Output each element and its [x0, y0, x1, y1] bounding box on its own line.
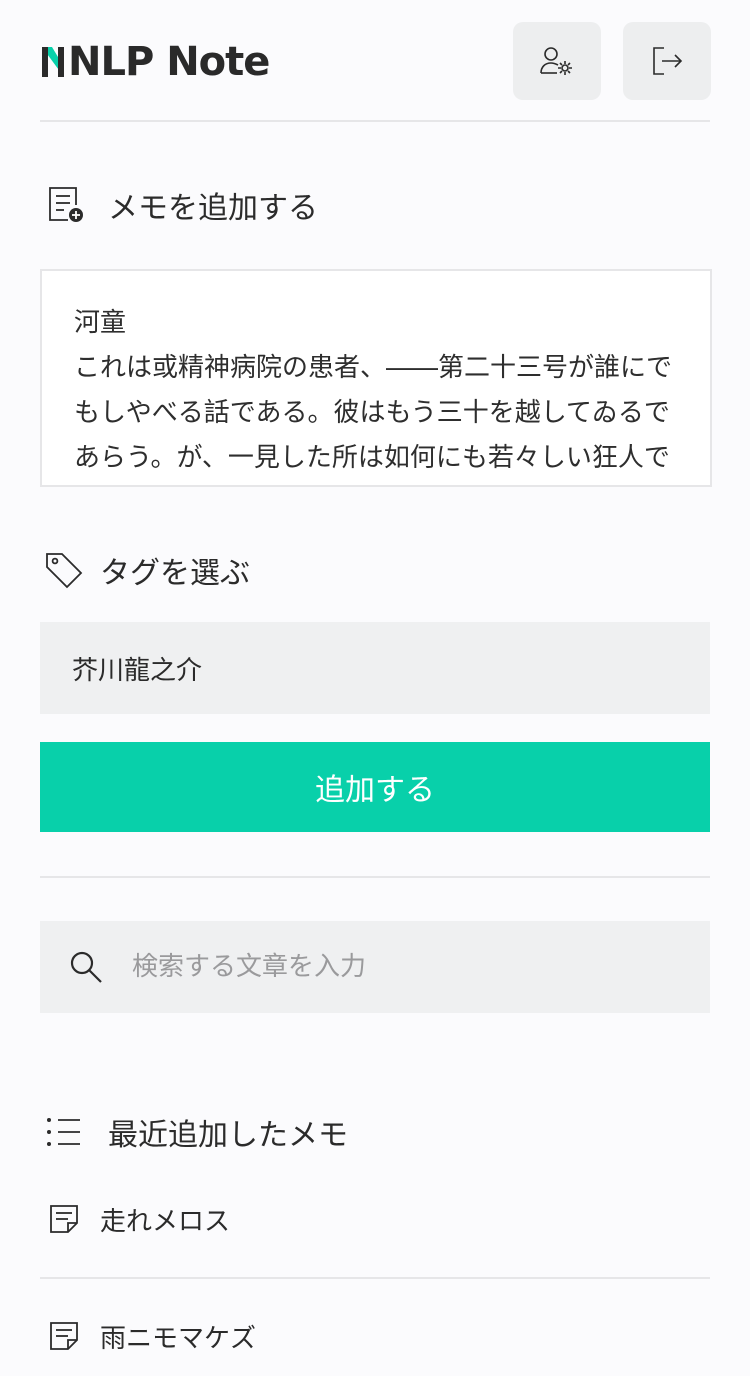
- logo-mark-icon: [40, 45, 66, 79]
- add-memo-button[interactable]: 追加する: [40, 742, 710, 832]
- memo-icon: [48, 1320, 80, 1352]
- list-icon: [46, 1115, 82, 1149]
- memo-title: 走れメロス: [100, 1206, 231, 1237]
- divider: [40, 120, 710, 122]
- memo-textarea[interactable]: 河童 これは或精神病院の患者、――第二十三号が誰にでもしやべる話である。彼はもう…: [40, 269, 712, 487]
- tag-selected-value: 芥川龍之介: [72, 655, 203, 686]
- divider: [40, 876, 710, 878]
- logout-icon: [650, 45, 684, 77]
- divider: [40, 1277, 710, 1279]
- recent-memos-title: 最近追加したメモ: [108, 1118, 348, 1153]
- tag-icon: [44, 550, 84, 590]
- add-memo-title: メモを追加する: [108, 191, 318, 226]
- recent-memos-heading: 最近追加したメモ: [46, 1110, 348, 1154]
- logout-button[interactable]: [623, 22, 711, 100]
- user-settings-icon: [539, 45, 575, 77]
- logo-text: NLP Note: [68, 39, 270, 85]
- search-input[interactable]: [130, 951, 654, 983]
- tag-select[interactable]: 芥川龍之介: [40, 622, 710, 714]
- memo-text: 河童 これは或精神病院の患者、――第二十三号が誰にでもしやべる話である。彼はもう…: [74, 308, 673, 473]
- app-logo[interactable]: NLP Note: [40, 39, 270, 85]
- note-add-icon: [46, 185, 86, 225]
- add-memo-heading: メモを追加する: [46, 183, 318, 227]
- profile-settings-button[interactable]: [513, 22, 601, 100]
- app-header: NLP Note: [40, 0, 711, 121]
- search-bar[interactable]: [40, 921, 710, 1013]
- memo-title: 雨ニモマケズ: [100, 1323, 257, 1354]
- tag-heading: タグを選ぶ: [44, 548, 250, 592]
- list-item[interactable]: 雨ニモマケズ: [40, 1296, 710, 1376]
- memo-icon: [48, 1203, 80, 1235]
- list-item[interactable]: 走れメロス: [40, 1179, 710, 1259]
- search-icon: [68, 949, 104, 985]
- tag-title: タグを選ぶ: [100, 556, 250, 591]
